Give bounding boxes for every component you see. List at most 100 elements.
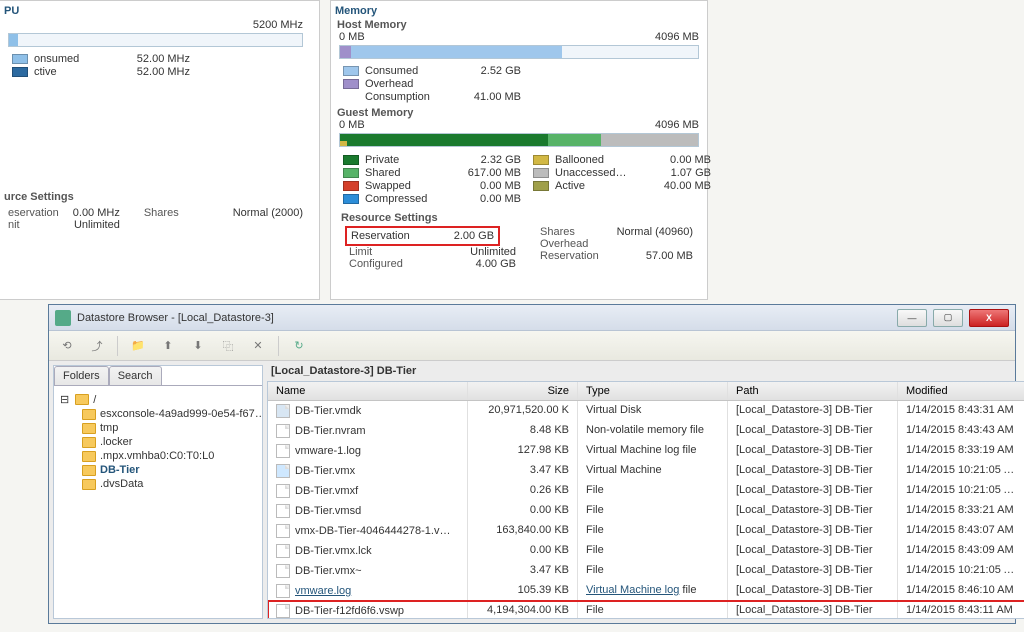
- guest-mem-title: Guest Memory: [337, 107, 707, 119]
- tab-search[interactable]: Search: [109, 366, 162, 385]
- tab-folders[interactable]: Folders: [54, 366, 109, 385]
- file-icon: [276, 544, 290, 558]
- cpu-bar-consumed: [9, 34, 18, 46]
- file-icon: [276, 524, 290, 538]
- file-link[interactable]: vmware.log: [295, 585, 351, 597]
- download-icon[interactable]: ⬇: [188, 336, 208, 356]
- toolbar: ⟲ ⤴ 📁 ⬆ ⬇ ⿻ ✕ ↻: [49, 331, 1015, 361]
- cpu-limit-label: nit: [8, 219, 59, 231]
- window-title: Datastore Browser - [Local_Datastore-3]: [77, 312, 274, 324]
- table-row[interactable]: DB-Tier.nvram8.48 KBNon-volatile memory …: [268, 421, 1024, 441]
- folder-icon: [82, 479, 96, 490]
- mem-rs-title: Resource Settings: [341, 212, 707, 224]
- cpu-title: PU: [4, 5, 311, 17]
- file-icon: [276, 504, 290, 518]
- table-row[interactable]: DB-Tier.vmx.lck0.00 KBFile[Local_Datasto…: [268, 541, 1024, 561]
- cpu-res-label: eservation: [8, 207, 59, 219]
- window-titlebar[interactable]: Datastore Browser - [Local_Datastore-3] …: [49, 305, 1015, 331]
- swapped-swatch: [343, 181, 359, 191]
- datastore-browser-window: Datastore Browser - [Local_Datastore-3] …: [48, 304, 1016, 624]
- file-icon: [276, 404, 290, 418]
- folder-icon: [82, 423, 96, 434]
- path-bar: [Local_Datastore-3] DB-Tier: [267, 365, 1024, 381]
- table-row[interactable]: vmx-DB-Tier-4046444278-1.v…163,840.00 KB…: [268, 521, 1024, 541]
- maximize-button[interactable]: ▢: [933, 309, 963, 327]
- close-button[interactable]: X: [969, 309, 1009, 327]
- cpu-consumed-swatch: [12, 54, 28, 64]
- guest-mem-bar: [339, 133, 699, 147]
- reservation-highlight: Reservation 2.00 GB: [345, 226, 500, 246]
- folder-icon: [82, 465, 96, 476]
- tree-item[interactable]: tmp: [60, 421, 256, 435]
- cpu-active-val: 52.00 MHz: [120, 66, 190, 78]
- file-table[interactable]: Name Size Type Path Modified DB-Tier.vmd…: [267, 381, 1024, 619]
- tree-item[interactable]: DB-Tier: [60, 463, 256, 477]
- cpu-active-label: ctive: [34, 66, 114, 78]
- tree-item[interactable]: ⊟/: [60, 392, 256, 407]
- folder-icon: [75, 394, 89, 405]
- unaccessed-swatch: [533, 168, 549, 178]
- folder-icon: [82, 437, 96, 448]
- file-icon: [276, 444, 290, 458]
- balloon-swatch: [533, 155, 549, 165]
- table-row[interactable]: vmware-1.log127.98 KBVirtual Machine log…: [268, 441, 1024, 461]
- table-row[interactable]: DB-Tier.vmdk20,971,520.00 KVirtual Disk[…: [268, 401, 1024, 421]
- memory-panel: Memory Host Memory 0 MB4096 MB Consumed …: [330, 0, 708, 300]
- col-modified[interactable]: Modified: [898, 382, 1024, 400]
- host-mem-title: Host Memory: [337, 19, 707, 31]
- mem-overhead-swatch: [343, 79, 359, 89]
- nav-back-icon[interactable]: ⟲: [57, 336, 77, 356]
- copy-icon[interactable]: ⿻: [218, 336, 238, 356]
- file-icon: [276, 464, 290, 478]
- file-icon: [276, 584, 290, 598]
- delete-icon[interactable]: ✕: [248, 336, 268, 356]
- app-icon: [55, 310, 71, 326]
- tree-item[interactable]: .mpx.vmhba0:C0:T0:L0: [60, 449, 256, 463]
- col-name[interactable]: Name: [268, 382, 468, 400]
- refresh-icon[interactable]: ↻: [289, 336, 309, 356]
- col-type[interactable]: Type: [578, 382, 728, 400]
- mem-title: Memory: [335, 5, 707, 17]
- table-row[interactable]: DB-Tier.vmx~3.47 KBFile[Local_Datastore-…: [268, 561, 1024, 581]
- nav-up-icon[interactable]: ⤴: [87, 336, 107, 356]
- minimize-button[interactable]: —: [897, 309, 927, 327]
- tree-item[interactable]: esxconsole-4a9ad999-0e54-f67…: [60, 407, 256, 421]
- table-row[interactable]: DB-Tier.vmxf0.26 KBFile[Local_Datastore-…: [268, 481, 1024, 501]
- tree-item[interactable]: .dvsData: [60, 477, 256, 491]
- files-pane: [Local_Datastore-3] DB-Tier Name Size Ty…: [267, 365, 1024, 619]
- cpu-shares-label: Shares: [144, 207, 179, 219]
- col-size[interactable]: Size: [468, 382, 578, 400]
- table-row[interactable]: DB-Tier-f12fd6f6.vswp4,194,304.00 KBFile…: [268, 601, 1024, 619]
- table-row[interactable]: vmware.log105.39 KBVirtual Machine log f…: [268, 581, 1024, 601]
- folders-pane: Folders Search ⊟/esxconsole-4a9ad999-0e5…: [53, 365, 263, 619]
- private-swatch: [343, 155, 359, 165]
- folder-tree[interactable]: ⊟/esxconsole-4a9ad999-0e54-f67…tmp.locke…: [54, 385, 262, 618]
- cpu-consumed-label: onsumed: [34, 53, 114, 65]
- file-icon: [276, 604, 290, 618]
- table-row[interactable]: DB-Tier.vmx3.47 KBVirtual Machine[Local_…: [268, 461, 1024, 481]
- col-path[interactable]: Path: [728, 382, 898, 400]
- cpu-shares-val: Normal (2000): [233, 207, 303, 219]
- cpu-active-swatch: [12, 67, 28, 77]
- file-icon: [276, 564, 290, 578]
- cpu-consumed-val: 52.00 MHz: [120, 53, 190, 65]
- file-icon: [276, 484, 290, 498]
- cpu-panel: PU 5200 MHz onsumed 52.00 MHz ctive 52.0…: [0, 0, 320, 300]
- cpu-limit-val: Unlimited: [73, 219, 120, 231]
- file-icon: [276, 424, 290, 438]
- mem-consumed-swatch: [343, 66, 359, 76]
- cpu-rs-title: urce Settings: [4, 191, 311, 203]
- shared-swatch: [343, 168, 359, 178]
- cpu-res-val: 0.00 MHz: [73, 207, 120, 219]
- upload-icon[interactable]: ⬆: [158, 336, 178, 356]
- table-row[interactable]: DB-Tier.vmsd0.00 KBFile[Local_Datastore-…: [268, 501, 1024, 521]
- active-swatch: [533, 181, 549, 191]
- table-header: Name Size Type Path Modified: [268, 382, 1024, 401]
- compressed-swatch: [343, 194, 359, 204]
- folder-icon: [82, 451, 96, 462]
- cpu-max: 5200 MHz: [253, 19, 303, 31]
- host-mem-bar: [339, 45, 699, 59]
- tree-item[interactable]: .locker: [60, 435, 256, 449]
- new-folder-icon[interactable]: 📁: [128, 336, 148, 356]
- folder-icon: [82, 409, 96, 420]
